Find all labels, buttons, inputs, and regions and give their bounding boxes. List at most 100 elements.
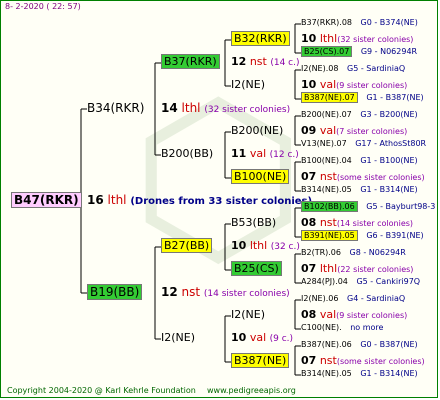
l4-info: G5 - SardiniaQ [347,64,406,73]
l4-info: no more [350,323,384,332]
l4-name: V13(NE).07 [301,139,347,148]
l2-node-3[interactable]: I2(NE) [161,332,195,344]
l3-unit: lthl [319,262,338,275]
l2-node-0[interactable]: B37(RKR) [161,54,220,69]
l3-note: (some sister colonies) [336,357,425,366]
website-link[interactable]: www.pedigreeapis.org [207,386,296,395]
l3-note: (7 sister colonies) [336,127,408,136]
l4-node[interactable]: B314(NE).05 G1 - B314(NE) [301,368,418,380]
l4-name: I2(NE).06 [301,294,339,303]
l4-name: B387(NE).06 [301,340,352,349]
l3-note: (14 sister colonies) [336,219,414,228]
l1-node-1[interactable]: B19(BB) [87,284,143,300]
l3-node-1[interactable]: I2(NE) [231,79,265,91]
l3-info-7: 07 nst(some sister colonies) [301,355,425,368]
l3-info-5: 07 lthl(22 sister colonies) [301,263,413,276]
l4-node[interactable]: I2(NE).06 G4 - SardiniaQ [301,293,405,305]
l4-info: G9 - N06294R [360,47,418,56]
l3-unit: val [319,124,337,137]
l3-unit: nst [319,216,337,229]
l3-unit: nst [319,170,337,183]
l4-info: G4 - SardiniaQ [347,294,406,303]
l4-name: C100(NE). [301,323,342,332]
l3-node-5[interactable]: B25(CS) [231,261,282,276]
l4-node[interactable]: A284(PJ).04 G5 - Cankiri97Q [301,276,420,288]
l2-note: (12 c.) [269,150,299,160]
l3-node-6[interactable]: I2(NE) [231,309,265,321]
l3-num: 08 [301,216,317,229]
l1-name: B19(BB) [87,284,143,300]
l4-name: B2(TR).06 [301,248,341,257]
l4-name: B102(BB).06 [301,201,358,212]
l1-unit: nst [181,285,201,299]
l3-node-7[interactable]: B387(NE) [231,353,290,368]
l3-info-0: 10 lthl(32 sister colonies) [301,33,413,46]
l4-node[interactable]: B391(NE).05 G6 - B391(NE) [301,230,424,242]
l4-name: B391(NE).05 [301,230,358,241]
l3-name: B25(CS) [231,261,282,276]
l2-num: 10 [231,239,247,252]
pedigree-frame: ⬡ 8- 2-2020 ( 22: 57) B47(RKR) 16 lthl (… [0,0,438,398]
l3-info-2: 09 val(7 sister colonies) [301,125,407,138]
root-unit: lthl [107,193,127,207]
l3-num: 09 [301,124,317,137]
l4-name: B25(CS).07 [301,46,353,57]
l3-node-3[interactable]: B100(NE) [231,169,290,184]
l4-node[interactable]: B2(TR).06 G8 - N06294R [301,247,406,259]
l4-node[interactable]: B102(BB).06 G5 - Bayburt98-3 [301,201,435,213]
l2-node-2[interactable]: B27(BB) [161,238,213,253]
l3-name: B32(RKR) [231,31,290,46]
l3-node-2[interactable]: B200(NE) [231,125,283,137]
l3-name: I2(NE) [231,78,266,91]
l4-node[interactable]: C100(NE). no more [301,322,383,334]
l4-name: B37(RKR).08 [301,18,352,27]
l4-info: G1 - B314(NE) [360,185,418,194]
l4-info: G3 - B200(NE) [360,110,418,119]
l2-unit: lthl [249,239,268,252]
l4-node[interactable]: B200(NE).07 G3 - B200(NE) [301,109,418,121]
root-node[interactable]: B47(RKR) [11,192,82,208]
l2-note: (9 c.) [269,334,294,344]
l4-info: G17 - AthosSt80R [355,139,427,148]
l3-name: B200(NE) [231,124,284,137]
l3-num: 07 [301,170,317,183]
l3-unit: lthl [319,32,338,45]
l2-unit: val [249,331,267,344]
l4-node[interactable]: V13(NE).07 G17 - AthosSt80R [301,138,426,150]
l4-node[interactable]: B387(NE).07 G1 - B387(NE) [301,92,424,104]
l2-unit: val [249,147,267,160]
l2-info-3: 10 val (9 c.) [231,332,293,345]
root-name: B47(RKR) [11,192,82,208]
l2-name: I2(NE) [161,331,196,344]
l4-info: G8 - N06294R [349,248,406,257]
l4-node[interactable]: B25(CS).07 G9 - N06294R [301,46,417,58]
l2-info-1: 11 val (12 c.) [231,148,299,161]
l3-node-0[interactable]: B32(RKR) [231,31,290,46]
l1-node-0[interactable]: B34(RKR) [87,102,144,114]
l2-note: (14 c.) [270,58,300,68]
l3-node-4[interactable]: B53(BB) [231,217,276,229]
l4-info: G5 - Cankiri97Q [356,277,421,286]
l4-name: B100(NE).04 [301,156,352,165]
l3-note: (9 sister colonies) [336,311,408,320]
l4-name: B200(NE).07 [301,110,352,119]
l4-node[interactable]: B387(NE).06 G0 - B387(NE) [301,339,418,351]
l3-note: (22 sister colonies) [337,265,414,274]
l2-num: 12 [231,55,247,68]
l2-node-1[interactable]: B200(BB) [161,148,213,160]
l3-name: I2(NE) [231,308,266,321]
l4-name: B387(NE).07 [301,92,358,103]
l1-note: (14 sister colonies) [203,289,290,299]
l4-info: G1 - B314(NE) [360,369,418,378]
l4-info: G1 - B387(NE) [366,93,424,102]
l4-node[interactable]: B100(NE).04 G1 - B100(NE) [301,155,418,167]
l1-num: 14 [161,101,178,115]
l4-node[interactable]: I2(NE).08 G5 - SardiniaQ [301,63,405,75]
l4-node[interactable]: B37(RKR).08 G0 - B374(NE) [301,17,418,29]
l4-info: G1 - B100(NE) [360,156,418,165]
l4-node[interactable]: B314(NE).05 G1 - B314(NE) [301,184,418,196]
l2-info-2: 10 lthl (32 c.) [231,240,300,253]
l3-note: (some sister colonies) [336,173,425,182]
l2-num: 11 [231,147,247,160]
l3-unit: val [319,78,337,91]
